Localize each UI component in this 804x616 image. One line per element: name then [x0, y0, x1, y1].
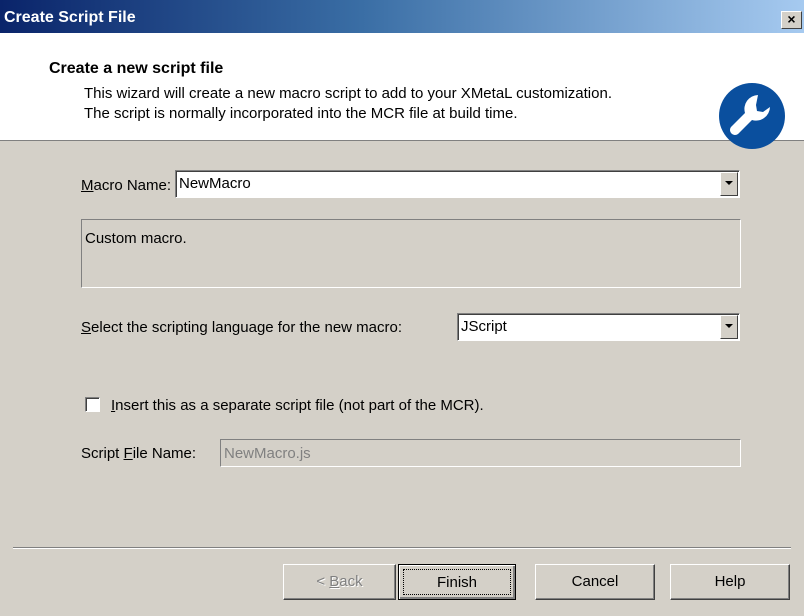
macro-name-label: Macro Name:	[81, 177, 172, 194]
header-description: This wizard will create a new macro scri…	[84, 84, 612, 124]
chevron-down-icon	[725, 181, 733, 185]
language-value: JScript	[461, 318, 507, 335]
finish-button[interactable]: Finish	[398, 564, 516, 600]
separate-file-checkbox[interactable]	[85, 397, 100, 412]
language-label: Select the scripting language for the ne…	[81, 319, 403, 336]
script-file-name-input: NewMacro.js	[220, 439, 741, 467]
language-dropdown-button[interactable]	[720, 315, 738, 339]
title-bar[interactable]: Create Script File ×	[0, 0, 804, 33]
chevron-down-icon	[725, 324, 733, 328]
window-title: Create Script File	[4, 9, 136, 26]
finish-label: Finish	[403, 569, 511, 595]
script-file-name-value: NewMacro.js	[224, 445, 311, 462]
cancel-button[interactable]: Cancel	[535, 564, 655, 600]
header-desc-line-2: The script is normally incorporated into…	[84, 105, 518, 122]
wizard-header: Create a new script file This wizard wil…	[0, 33, 804, 149]
macro-name-value: NewMacro	[179, 175, 251, 192]
macro-description-text: Custom macro.	[85, 230, 187, 247]
close-icon: ×	[787, 11, 796, 27]
separate-file-label[interactable]: Insert this as a separate script file (n…	[111, 397, 484, 414]
macro-name-combo[interactable]: NewMacro	[175, 170, 740, 198]
header-desc-line-1: This wizard will create a new macro scri…	[84, 85, 612, 102]
wizard-logo-icon	[719, 83, 785, 149]
header-title: Create a new script file	[49, 60, 224, 77]
button-separator	[13, 547, 791, 549]
macro-name-dropdown-button[interactable]	[720, 172, 738, 196]
help-button[interactable]: Help	[670, 564, 790, 600]
language-combo[interactable]: JScript	[457, 313, 740, 341]
back-button[interactable]: < Back	[283, 564, 396, 600]
script-file-name-label: Script File Name:	[81, 445, 197, 462]
macro-description-box[interactable]: Custom macro.	[81, 219, 741, 288]
close-button[interactable]: ×	[781, 11, 802, 29]
